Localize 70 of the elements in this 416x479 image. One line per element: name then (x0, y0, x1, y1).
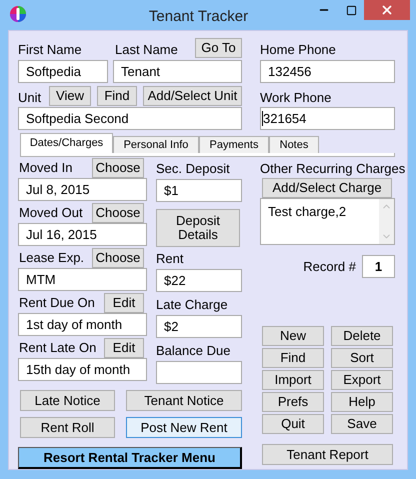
button[interactable]: Add/Select Charge (262, 178, 392, 198)
button[interactable]: Quit (262, 414, 324, 434)
button[interactable]: New (262, 326, 324, 346)
input-field[interactable]: 132456 (260, 60, 395, 83)
input-field[interactable]: Tenant (113, 60, 242, 83)
button[interactable]: Choose (92, 203, 144, 223)
button[interactable]: Import (262, 370, 324, 390)
input-field[interactable]: Softpedia (18, 60, 108, 83)
button[interactable]: Deposit Details (156, 209, 240, 247)
field-label: Lease Exp. (18, 249, 84, 268)
input-field[interactable]: $1 (156, 179, 242, 202)
field-label: Unit (18, 88, 42, 106)
button[interactable]: Rent Roll (20, 417, 115, 438)
input-field[interactable]: Jul 16, 2015 (18, 223, 147, 246)
tab[interactable]: Personal Info (113, 136, 199, 153)
input-field[interactable]: Softpedia Second (18, 107, 242, 130)
button[interactable]: Delete (331, 326, 393, 346)
input-field[interactable]: MTM (18, 268, 147, 291)
input-field[interactable]: $2 (156, 315, 242, 338)
input-field[interactable] (156, 361, 242, 384)
field-label: Other Recurring Charges (260, 160, 406, 178)
button[interactable]: Save (331, 414, 393, 434)
close-icon (380, 3, 394, 17)
button[interactable]: Edit (104, 293, 144, 313)
field-label: Moved Out (18, 204, 83, 222)
menu-button[interactable]: Resort Rental Tracker Menu (18, 447, 242, 469)
app-icon (9, 5, 27, 23)
input-field[interactable]: 321654 (260, 107, 395, 130)
input-field[interactable]: 15th day of month (18, 358, 147, 381)
input-field[interactable]: $22 (156, 269, 242, 292)
field-label: Moved In (18, 159, 72, 178)
maximize-icon (346, 4, 356, 16)
input-field[interactable]: Jul 8, 2015 (18, 178, 147, 201)
button[interactable]: Post New Rent (126, 417, 242, 438)
button[interactable]: Add/Select Unit (143, 86, 242, 106)
button[interactable]: Choose (92, 248, 144, 268)
field-label: Home Phone (260, 40, 336, 58)
field-label: Work Phone (260, 88, 332, 106)
tab[interactable]: Payments (199, 136, 269, 153)
field-label: First Name (18, 40, 83, 58)
button[interactable]: Prefs (262, 392, 324, 412)
field-label: Last Name (115, 40, 179, 58)
button[interactable]: Sort (331, 348, 393, 368)
input-field[interactable]: 1st day of month (18, 313, 147, 336)
button[interactable]: Late Notice (20, 390, 115, 411)
button[interactable]: Find (262, 348, 324, 368)
button[interactable]: Edit (104, 338, 144, 358)
field-label: Rent Due On (18, 294, 95, 312)
field-label: Rent Late On (18, 339, 96, 358)
button[interactable]: Go To (195, 38, 242, 58)
record-number-field[interactable]: 1 (362, 255, 395, 278)
list-item[interactable]: Test charge,2 (268, 202, 372, 222)
tab[interactable]: Dates/Charges (20, 133, 113, 153)
text-cursor (262, 111, 263, 126)
button[interactable]: View (49, 86, 91, 106)
button[interactable]: Tenant Report (262, 444, 393, 465)
button[interactable]: Choose (92, 158, 144, 178)
charges-list[interactable]: Test charge,2 (260, 198, 395, 245)
field-label: Rent (156, 250, 184, 268)
window-title: Tenant Tracker (148, 7, 250, 27)
field-label: Late Charge (156, 296, 228, 314)
close-button[interactable] (364, 0, 410, 20)
field-label: Record # (303, 258, 356, 276)
button[interactable]: Tenant Notice (126, 390, 242, 411)
field-label: Sec. Deposit (156, 160, 230, 178)
button[interactable]: Export (331, 370, 393, 390)
button[interactable]: Find (97, 86, 137, 106)
tab[interactable]: Notes (269, 136, 319, 153)
field-label: Balance Due (156, 342, 230, 360)
button[interactable]: Help (331, 392, 393, 412)
